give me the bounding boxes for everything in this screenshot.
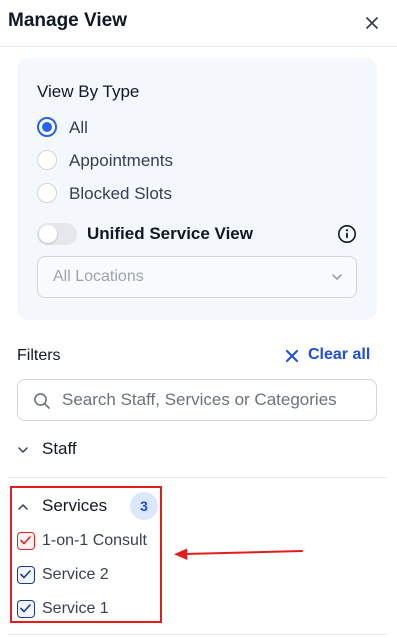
radio-appointments[interactable]: Appointments [37,148,337,174]
divider [8,477,387,478]
location-select[interactable]: All Locations [37,256,357,298]
divider [8,634,387,635]
staff-section-toggle[interactable]: Staff [17,438,137,462]
search-icon [34,393,50,409]
radio-appointments-label: Appointments [69,151,173,170]
search-box [17,379,377,421]
radio-blocked-slots-control[interactable] [37,183,57,203]
annotation-highlight-box [10,486,162,623]
close-icon[interactable] [360,11,384,35]
staff-section-label: Staff [42,439,77,458]
radio-all-label: All [69,118,88,137]
chevron-down-icon [332,274,342,280]
radio-blocked-slots-label: Blocked Slots [69,184,172,203]
modal-title: Manage View [8,10,127,31]
toggle-knob [39,225,57,243]
annotation-arrow-icon [174,548,303,560]
radio-appointments-control[interactable] [37,150,57,170]
view-by-type-panel: View By Type All Appointments Blocked Sl… [17,58,377,320]
close-icon [286,350,298,362]
unified-service-toggle[interactable] [37,223,77,245]
view-by-type-title: View By Type [37,82,140,101]
radio-all[interactable]: All [37,115,337,141]
location-select-value: All Locations [53,268,144,285]
radio-blocked-slots[interactable]: Blocked Slots [37,181,337,207]
info-icon[interactable] [337,224,357,244]
clear-all-button[interactable]: Clear all [285,346,380,368]
clear-all-label: Clear all [308,346,371,363]
modal-header: Manage View [0,0,397,47]
unified-service-label: Unified Service View [87,224,253,243]
radio-all-control[interactable] [37,117,57,137]
search-input[interactable] [62,388,367,412]
filters-heading: Filters [17,347,61,364]
chevron-down-icon [18,447,28,453]
